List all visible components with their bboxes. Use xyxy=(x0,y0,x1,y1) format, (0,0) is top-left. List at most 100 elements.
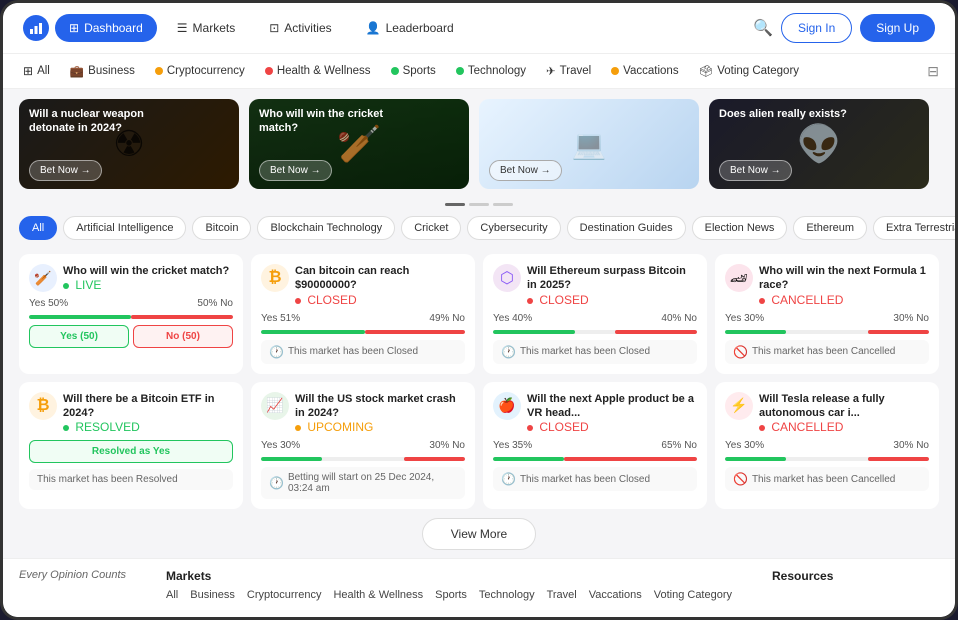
clock-icon: 🕐 xyxy=(269,476,284,490)
pill-bitcoin[interactable]: Bitcoin xyxy=(192,216,251,240)
category-sports[interactable]: Sports xyxy=(387,63,440,79)
category-travel[interactable]: ✈ Travel xyxy=(542,62,595,80)
banner-nuclear-title: Will a nuclear weapon detonate in 2024? xyxy=(29,107,159,136)
banner-cricket-bet-button[interactable]: Bet Now → xyxy=(259,160,332,181)
banner-screen: 💻 Bet Now → xyxy=(479,99,699,189)
banner-section: ☢ Will a nuclear weapon detonate in 2024… xyxy=(3,89,955,199)
notice-text: This market has been Resolved xyxy=(37,474,178,485)
markets-icon: ☰ xyxy=(177,21,188,35)
banner-nuclear: ☢ Will a nuclear weapon detonate in 2024… xyxy=(19,99,239,189)
pill-extraterrestrial[interactable]: Extra Terrestrial xyxy=(873,216,955,240)
yes-fill xyxy=(493,457,564,461)
footer-link-all[interactable]: All xyxy=(166,589,178,601)
category-all[interactable]: ⊞ All xyxy=(19,62,54,80)
pill-ai[interactable]: Artificial Intelligence xyxy=(63,216,186,240)
pill-destination[interactable]: Destination Guides xyxy=(567,216,686,240)
vote-progress-bar xyxy=(493,330,697,334)
status-badge: CANCELLED xyxy=(771,293,843,307)
card-header: ₿ Can bitcoin can reach $90000000? CLOSE… xyxy=(261,264,465,307)
pill-cricket[interactable]: Cricket xyxy=(401,216,461,240)
category-technology[interactable]: Technology xyxy=(452,63,530,79)
pill-all[interactable]: All xyxy=(19,216,57,240)
category-cryptocurrency[interactable]: Cryptocurrency xyxy=(151,63,249,79)
footer-link-crypto[interactable]: Cryptocurrency xyxy=(247,589,322,601)
status-dot xyxy=(63,283,69,289)
brand-tagline: Every Opinion Counts xyxy=(19,569,126,581)
footer-link-travel[interactable]: Travel xyxy=(547,589,577,601)
status-badge: RESOLVED xyxy=(75,420,139,434)
cancelled-notice: 🚫 This market has been Cancelled xyxy=(725,340,929,364)
footer-link-sports[interactable]: Sports xyxy=(435,589,467,601)
footer-link-voting[interactable]: Voting Category xyxy=(654,589,732,601)
nav-right: 🔍 Sign In Sign Up xyxy=(753,13,935,43)
card-icon-tesla: ⚡ xyxy=(725,392,753,420)
card-header: ₿ Will there be a Bitcoin ETF in 2024? R… xyxy=(29,392,233,435)
card-title: Who will win the next Formula 1 race? xyxy=(759,264,929,293)
clock-icon: 🕐 xyxy=(269,345,284,359)
yes-button[interactable]: Yes (50) xyxy=(29,325,129,348)
category-vaccations[interactable]: Vaccations xyxy=(607,63,682,79)
footer-link-health[interactable]: Health & Wellness xyxy=(333,589,423,601)
nav-left: ⊞ Dashboard ☰ Markets ⊡ Activities 👤 Lea… xyxy=(23,14,468,42)
stripe-icon: 🚫 xyxy=(733,345,748,359)
category-voting[interactable]: 🗳 Voting Category xyxy=(695,62,803,80)
footer-markets-links: All Business Cryptocurrency Health & Wel… xyxy=(166,589,732,601)
card-title: Will the next Apple product be a VR head… xyxy=(527,392,697,421)
clock-icon: 🕐 xyxy=(501,345,516,359)
card-title: Will Ethereum surpass Bitcoin in 2025? xyxy=(527,264,697,293)
no-fill xyxy=(564,457,697,461)
market-card-bitcoin: ₿ Can bitcoin can reach $90000000? CLOSE… xyxy=(251,254,475,374)
view-more-button[interactable]: View More xyxy=(422,518,536,550)
no-button[interactable]: No (50) xyxy=(133,325,233,348)
closed-notice: 🕐 This market has been Closed xyxy=(493,467,697,491)
health-dot xyxy=(265,67,273,75)
footer-resources-col: Resources xyxy=(772,569,833,601)
pill-election[interactable]: Election News xyxy=(692,216,788,240)
activities-nav-button[interactable]: ⊡ Activities xyxy=(255,14,345,42)
clock-icon: 🕐 xyxy=(501,472,516,486)
market-cards-grid: 🏏 Who will win the cricket match? LIVE Y… xyxy=(3,246,955,510)
banner-alien-bet-button[interactable]: Bet Now → xyxy=(719,160,792,181)
resolved-notice[interactable]: Resolved as Yes xyxy=(29,440,233,463)
scroll-indicators xyxy=(3,199,955,210)
markets-nav-button[interactable]: ☰ Markets xyxy=(163,14,249,42)
market-card-etf: ₿ Will there be a Bitcoin ETF in 2024? R… xyxy=(19,382,243,510)
table-view-icon[interactable]: ⊟ xyxy=(927,63,939,80)
yes-label: Yes 40% xyxy=(493,313,532,324)
no-fill xyxy=(131,315,233,319)
status-badge: CLOSED xyxy=(539,293,588,307)
search-button[interactable]: 🔍 xyxy=(753,18,773,38)
status-badge: CANCELLED xyxy=(771,420,843,434)
no-label: 30% No xyxy=(893,440,929,451)
category-health[interactable]: Health & Wellness xyxy=(261,63,375,79)
status-dot xyxy=(295,298,301,304)
footer-link-tech[interactable]: Technology xyxy=(479,589,535,601)
cancelled-notice: 🚫 This market has been Cancelled xyxy=(725,467,929,491)
pill-cybersecurity[interactable]: Cybersecurity xyxy=(467,216,560,240)
footer-link-vacc[interactable]: Vaccations xyxy=(589,589,642,601)
category-business[interactable]: 💼 Business xyxy=(66,62,139,80)
footer-link-business[interactable]: Business xyxy=(190,589,235,601)
no-fill xyxy=(404,457,465,461)
yes-fill xyxy=(261,457,322,461)
card-icon-etf: ₿ xyxy=(29,392,57,420)
card-header: 🏎 Who will win the next Formula 1 race? … xyxy=(725,264,929,307)
card-title: Who will win the cricket match? xyxy=(63,264,229,278)
pill-ethereum[interactable]: Ethereum xyxy=(793,216,867,240)
banner-screen-bet-button[interactable]: Bet Now → xyxy=(489,160,562,181)
yes-fill xyxy=(29,315,131,319)
no-label: 30% No xyxy=(429,440,465,451)
banner-alien-title: Does alien really exists? xyxy=(719,107,847,121)
banner-nuclear-bet-button[interactable]: Bet Now → xyxy=(29,160,102,181)
footer-markets-heading: Markets xyxy=(166,569,732,583)
yes-label: Yes 30% xyxy=(725,313,764,324)
pill-blockchain[interactable]: Blockchain Technology xyxy=(257,216,395,240)
signin-button[interactable]: Sign In xyxy=(781,13,852,43)
signup-button[interactable]: Sign Up xyxy=(860,14,935,42)
dashboard-nav-button[interactable]: ⊞ Dashboard xyxy=(55,14,157,42)
leaderboard-nav-button[interactable]: 👤 Leaderboard xyxy=(352,14,468,42)
status-dot xyxy=(759,425,765,431)
yes-fill xyxy=(725,330,786,334)
yes-label: Yes 35% xyxy=(493,440,532,451)
card-header: ⬡ Will Ethereum surpass Bitcoin in 2025?… xyxy=(493,264,697,307)
